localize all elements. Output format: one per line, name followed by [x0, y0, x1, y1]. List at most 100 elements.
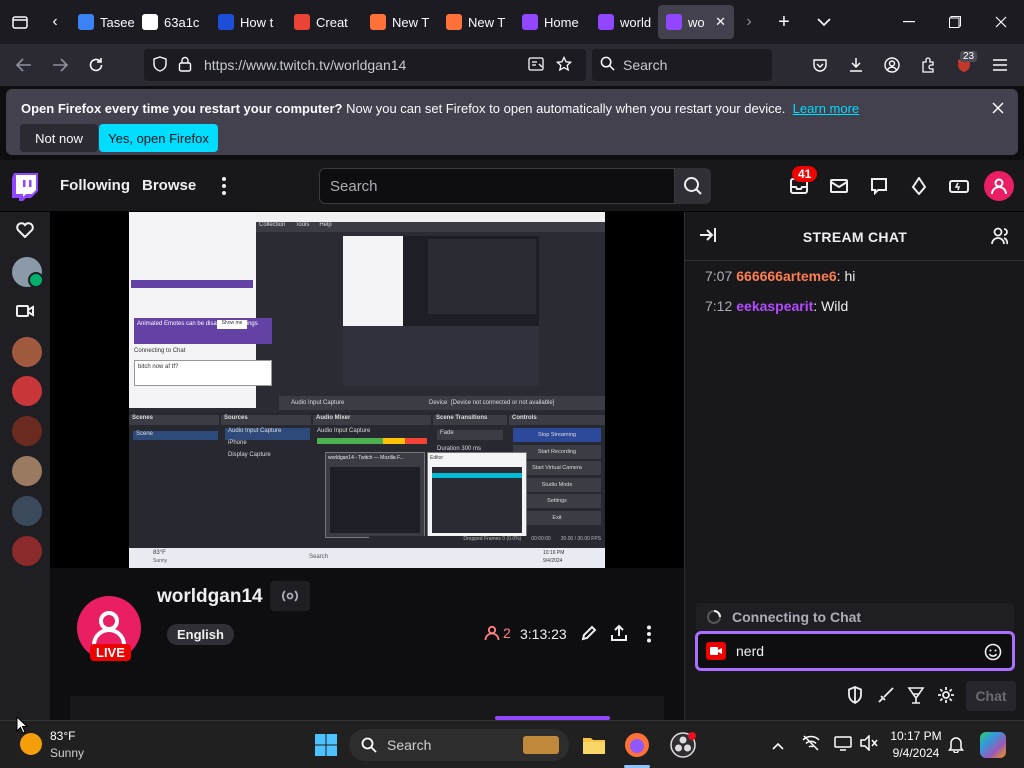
- clock-time[interactable]: 10:17 PM: [890, 729, 942, 743]
- channel-avatar[interactable]: [12, 337, 42, 367]
- viewer-person-icon: [484, 625, 500, 641]
- more-options-icon[interactable]: [646, 625, 652, 648]
- scroll-tabs-right-icon[interactable]: ›: [734, 0, 764, 44]
- browser-tab[interactable]: world: [590, 5, 658, 39]
- file-explorer-icon[interactable]: [578, 729, 610, 761]
- close-window-icon[interactable]: [978, 0, 1024, 44]
- volume-muted-icon[interactable]: [860, 734, 878, 756]
- list-all-tabs-icon[interactable]: [804, 0, 844, 44]
- bookmark-star-icon[interactable]: [555, 55, 573, 75]
- chat-username[interactable]: 666666arteme6: [736, 268, 836, 284]
- twitch-search-button[interactable]: [675, 168, 711, 204]
- minimize-icon[interactable]: [886, 0, 932, 44]
- tab-list-icon[interactable]: [0, 0, 40, 44]
- more-menu-icon[interactable]: [221, 176, 227, 201]
- new-tab-icon[interactable]: +: [764, 0, 804, 44]
- stream-notice: Animated Emotes can be disabled in Setti…: [134, 318, 272, 344]
- ublock-icon[interactable]: 23: [946, 49, 982, 81]
- browser-tab[interactable]: Creat: [286, 5, 362, 39]
- show-hidden-icons-chevron[interactable]: [772, 737, 784, 755]
- browse-link[interactable]: Browse: [142, 177, 196, 194]
- url-text[interactable]: https://www.twitch.tv/worldgan14: [204, 57, 406, 73]
- chat-settings-gear-icon[interactable]: [937, 686, 955, 709]
- not-now-button[interactable]: Not now: [20, 124, 98, 152]
- predictions-icon[interactable]: [907, 686, 925, 709]
- maximize-icon[interactable]: [932, 0, 978, 44]
- close-tab-icon[interactable]: ✕: [715, 14, 726, 30]
- taskbar-search-box[interactable]: Search: [349, 729, 569, 761]
- channel-avatar[interactable]: [12, 536, 42, 566]
- channel-name[interactable]: worldgan14: [157, 586, 263, 608]
- stream-notice-button: Show me: [217, 320, 247, 329]
- browser-tab[interactable]: New T: [438, 5, 514, 39]
- menu-icon[interactable]: [982, 49, 1018, 81]
- mouse-cursor-icon: [16, 715, 29, 739]
- browser-tab[interactable]: How t: [210, 5, 286, 39]
- edit-pencil-icon[interactable]: [580, 624, 598, 647]
- back-icon[interactable]: [6, 49, 42, 81]
- channel-avatar-icon: [92, 611, 126, 646]
- followed-heart-icon[interactable]: [16, 222, 34, 243]
- browser-tab[interactable]: wo ✕: [658, 5, 734, 39]
- video-player[interactable]: Animated Emotes can be disabled in Setti…: [50, 212, 684, 568]
- browser-tab[interactable]: New T: [362, 5, 438, 39]
- scroll-tabs-left-icon[interactable]: ‹: [40, 0, 70, 44]
- learn-more-link[interactable]: Learn more: [793, 101, 859, 116]
- tracking-protection-icon[interactable]: [152, 55, 168, 75]
- lock-icon[interactable]: [178, 56, 192, 75]
- windows-taskbar: 83°F Sunny Search 10:17 PM 9/4/2024: [0, 720, 1024, 768]
- mod-shield-icon[interactable]: [847, 686, 863, 709]
- channel-avatar[interactable]: [12, 416, 42, 446]
- browser-tab[interactable]: 63a1c: [134, 5, 210, 39]
- language-tag[interactable]: English: [167, 624, 234, 645]
- emote-picker-icon[interactable]: [984, 643, 1002, 666]
- tab-label: Taseen: [100, 14, 134, 30]
- reader-view-icon[interactable]: [528, 56, 544, 75]
- url-bar[interactable]: https://www.twitch.tv/worldgan14: [144, 49, 586, 81]
- following-link[interactable]: Following: [60, 177, 130, 194]
- account-icon[interactable]: [874, 49, 910, 81]
- close-notification-icon[interactable]: [992, 101, 1004, 119]
- forward-icon[interactable]: [42, 49, 78, 81]
- chat-input-text: nerd: [736, 643, 765, 659]
- chat-input-field[interactable]: nerd: [695, 631, 1015, 671]
- community-icon[interactable]: [991, 227, 1011, 250]
- extensions-icon[interactable]: [910, 49, 946, 81]
- mod-sword-icon[interactable]: [877, 686, 895, 709]
- obs-taskbar-icon[interactable]: [667, 729, 699, 761]
- recommended-camera-icon[interactable]: [16, 304, 34, 323]
- pocket-icon[interactable]: [802, 49, 838, 81]
- display-icon[interactable]: [834, 735, 852, 756]
- channel-avatar[interactable]: [12, 456, 42, 486]
- search-bar[interactable]: Search: [592, 49, 772, 81]
- downloads-icon[interactable]: [838, 49, 874, 81]
- browser-tab[interactable]: Taseen: [70, 5, 134, 39]
- twitch-search-input[interactable]: Search: [319, 168, 675, 204]
- extensions-badge: 23: [960, 51, 978, 62]
- windows-start-icon[interactable]: [310, 729, 342, 761]
- prime-loot-icon[interactable]: [947, 174, 971, 198]
- chat-send-button[interactable]: Chat: [966, 681, 1016, 711]
- whispers-mail-icon[interactable]: [827, 174, 851, 198]
- share-icon[interactable]: [610, 624, 628, 647]
- browser-tab[interactable]: Home: [514, 5, 590, 39]
- yes-open-firefox-button[interactable]: Yes, open Firefox: [99, 124, 218, 152]
- firefox-taskbar-icon[interactable]: [621, 729, 653, 761]
- reload-icon[interactable]: [78, 49, 114, 81]
- tab-label: New T: [468, 14, 506, 30]
- channel-info: LIVE worldgan14 English 2 3:13:23: [50, 568, 684, 720]
- copilot-icon[interactable]: [980, 732, 1006, 758]
- whispers-icon[interactable]: [867, 174, 891, 198]
- clock-date[interactable]: 9/4/2024: [890, 746, 942, 760]
- search-icon: [600, 56, 615, 74]
- user-avatar[interactable]: [984, 171, 1014, 201]
- chat-username[interactable]: eekaspearit: [736, 298, 813, 314]
- channel-avatar[interactable]: [12, 376, 42, 406]
- channel-avatar[interactable]: [12, 496, 42, 526]
- notification-bell-icon[interactable]: [948, 735, 964, 758]
- hype-button[interactable]: [270, 581, 310, 611]
- weather-temp[interactable]: 83°F: [50, 729, 75, 743]
- bits-icon[interactable]: [907, 174, 931, 198]
- twitch-logo-icon[interactable]: [12, 173, 38, 206]
- network-off-icon[interactable]: [802, 735, 820, 756]
